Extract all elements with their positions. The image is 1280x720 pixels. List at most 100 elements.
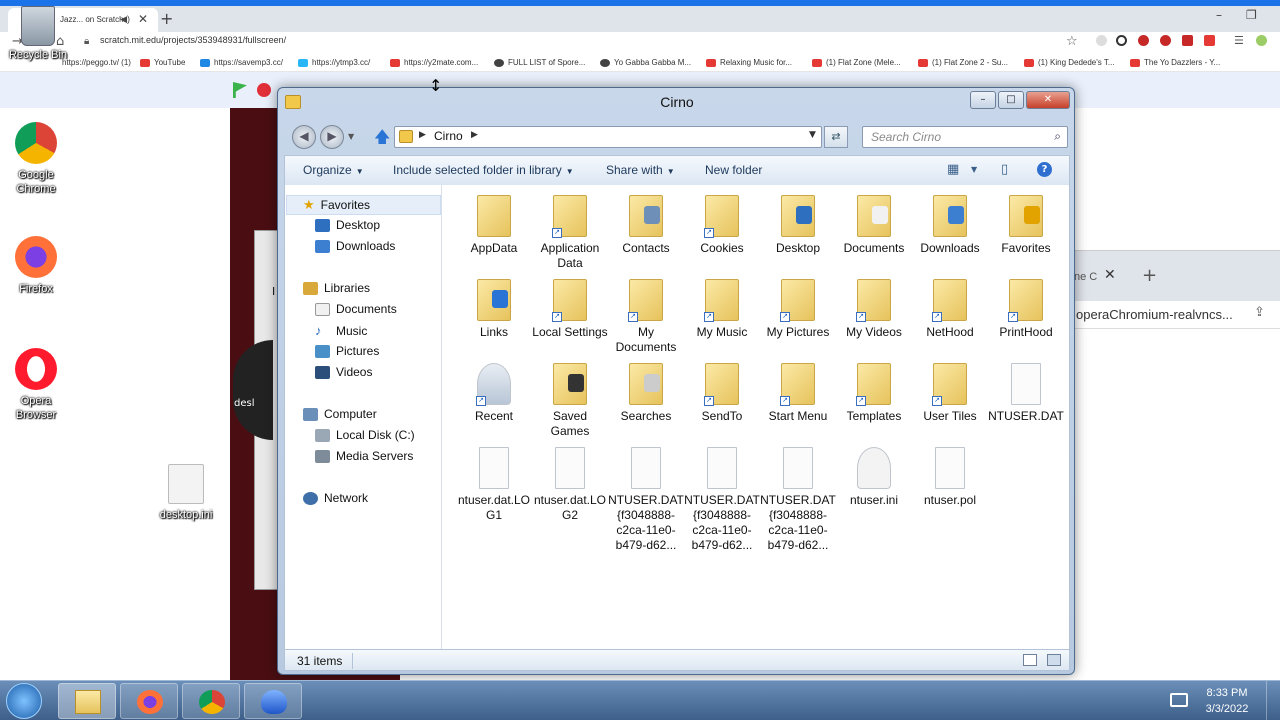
extension-icon[interactable] [1204,35,1215,46]
bookmark-item[interactable]: The Yo Dazzlers - Y... [1130,58,1220,67]
stop-icon[interactable] [257,83,271,97]
desktop-icon-firefox[interactable]: Firefox [0,236,72,296]
file-item[interactable]: ↗ NetHood [912,279,988,340]
file-item[interactable]: NTUSER.DAT [988,363,1064,424]
green-flag-icon[interactable] [233,82,247,98]
url-field[interactable]: scratch.mit.edu/projects/353948931/fulls… [100,35,286,45]
file-item[interactable]: Downloads [912,195,988,256]
taskbar-explorer-button[interactable] [58,683,116,719]
desktop-icon-chrome[interactable]: Google Chrome [0,122,72,196]
file-item[interactable]: ntuser.pol [912,447,988,508]
file-item[interactable]: ↗ User Tiles [912,363,988,424]
file-item[interactable]: Saved Games [532,363,608,439]
file-item[interactable]: ↗ My Pictures [760,279,836,340]
bookmark-item[interactable]: Yo Gabba Gabba M... [600,58,691,67]
organize-button[interactable]: Organize ▼ [303,163,364,177]
close-button[interactable]: ✕ [1026,91,1070,109]
nav-pictures[interactable]: Pictures [315,344,379,358]
background-address-bar[interactable]: operaChromium-realvncs... ⇪ [1068,301,1280,329]
file-item[interactable]: Desktop [760,195,836,256]
new-folder-button[interactable]: New folder [705,163,762,177]
desktop-icon-recycle-bin[interactable]: Recycle Bin [0,6,76,62]
nav-downloads[interactable]: Downloads [315,239,395,253]
system-clock[interactable]: 8:33 PM 3/3/2022 [1196,685,1258,717]
bookmark-item[interactable]: https://ytmp3.cc/ [298,58,370,67]
menu-icon[interactable]: ☰ [1234,34,1244,47]
speaker-icon[interactable]: ◀) [120,14,130,25]
nav-videos[interactable]: Videos [315,365,372,379]
back-button[interactable]: ◀ [292,125,316,149]
help-icon[interactable]: ? [1037,162,1052,177]
file-item[interactable]: ↗ SendTo [684,363,760,424]
nav-libraries[interactable]: Libraries [303,281,370,295]
extension-icon[interactable] [1138,35,1149,46]
extension-icon[interactable] [1096,35,1107,46]
file-item[interactable]: NTUSER.DAT{f3048888-c2ca-11e0-b479-d62..… [684,447,760,553]
include-in-library-button[interactable]: Include selected folder in library ▼ [393,163,574,177]
network-tray-icon[interactable] [1170,693,1188,707]
file-item[interactable]: ↗ Local Settings [532,279,608,340]
history-dropdown-icon[interactable]: ▼ [348,132,354,141]
profile-icon[interactable] [1256,35,1267,46]
nav-local-disk[interactable]: Local Disk (C:) [315,428,415,442]
file-item[interactable]: Favorites [988,195,1064,256]
nav-documents[interactable]: Documents [315,302,397,316]
share-with-button[interactable]: Share with ▼ [606,163,675,177]
up-arrow-icon[interactable]: 🡅 [374,126,390,153]
nav-computer[interactable]: Computer [303,407,377,421]
breadcrumb-current[interactable]: Cirno [434,129,463,143]
file-item[interactable]: Documents [836,195,912,256]
lock-icon[interactable]: 🔒︎ [84,36,89,47]
file-item[interactable]: ntuser.ini [836,447,912,508]
bookmark-item[interactable]: YouTube [140,58,185,67]
search-input[interactable]: Search Cirno ⌕ [862,126,1068,148]
minimize-icon[interactable]: – [1216,8,1222,22]
file-item[interactable]: ntuser.dat.LOG1 [456,447,532,523]
bookmark-item[interactable]: (1) Flat Zone (Mele... [812,58,901,67]
address-dropdown-icon[interactable]: ▼ [809,130,816,140]
file-item[interactable]: NTUSER.DAT{f3048888-c2ca-11e0-b479-d62..… [608,447,684,553]
nav-music[interactable]: ♪ Music [315,323,367,338]
large-icons-view-icon[interactable] [1047,654,1061,666]
details-view-icon[interactable] [1023,654,1037,666]
file-item[interactable]: ↗ Templates [836,363,912,424]
file-item[interactable]: Links [456,279,532,340]
share-icon[interactable]: ⇪ [1254,305,1265,320]
address-bar[interactable]: ▶ Cirno ▶ ▼ [394,126,822,148]
search-icon[interactable]: ⌕ [1054,129,1061,144]
extension-icon[interactable] [1182,35,1193,46]
forward-button[interactable]: ▶ [320,125,344,149]
tab-close-icon[interactable]: ✕ [1104,267,1116,283]
minimize-button[interactable]: – [970,91,996,109]
preview-pane-icon[interactable]: ▯ [1001,162,1008,177]
nav-media-servers[interactable]: Media Servers [315,449,413,463]
file-item[interactable]: ↗ Recent [456,363,532,424]
file-item[interactable]: ↗ Application Data [532,195,608,271]
bookmark-item[interactable]: FULL LIST of Spore... [494,58,585,67]
desktop-icon-desktop-ini[interactable]: desktop.ini [150,464,222,522]
file-item[interactable]: ↗ Cookies [684,195,760,256]
tab-close-icon[interactable]: ✕ [138,12,148,26]
taskbar-app-button[interactable] [244,683,302,719]
taskbar-firefox-button[interactable] [120,683,178,719]
bookmark-item[interactable]: Relaxing Music for... [706,58,792,67]
refresh-button[interactable]: ⇄ [824,126,848,148]
bookmark-item[interactable]: (1) King Dedede's T... [1024,58,1115,67]
file-item[interactable]: ↗ My Music [684,279,760,340]
file-item[interactable]: ↗ Start Menu [760,363,836,424]
taskbar-chrome-button[interactable] [182,683,240,719]
file-item[interactable]: AppData [456,195,532,256]
file-item[interactable]: Contacts [608,195,684,256]
new-tab-icon[interactable]: + [1142,265,1157,286]
bookmark-item[interactable]: https://savemp3.cc/ [200,58,283,67]
new-tab-button[interactable]: + [160,9,173,28]
show-desktop-button[interactable] [1266,681,1280,720]
nav-favorites[interactable]: ★ Favorites [303,197,370,213]
breadcrumb-arrow-icon[interactable]: ▶ [471,130,478,140]
view-options-icon[interactable]: ▦ [947,162,959,177]
restore-icon[interactable]: ❐ [1246,8,1257,22]
bookmark-item[interactable]: (1) Flat Zone 2 - Su... [918,58,1008,67]
background-tab-title[interactable]: ne C [1074,271,1097,283]
file-item[interactable]: ↗ My Documents [608,279,684,355]
file-item[interactable]: ↗ My Videos [836,279,912,340]
